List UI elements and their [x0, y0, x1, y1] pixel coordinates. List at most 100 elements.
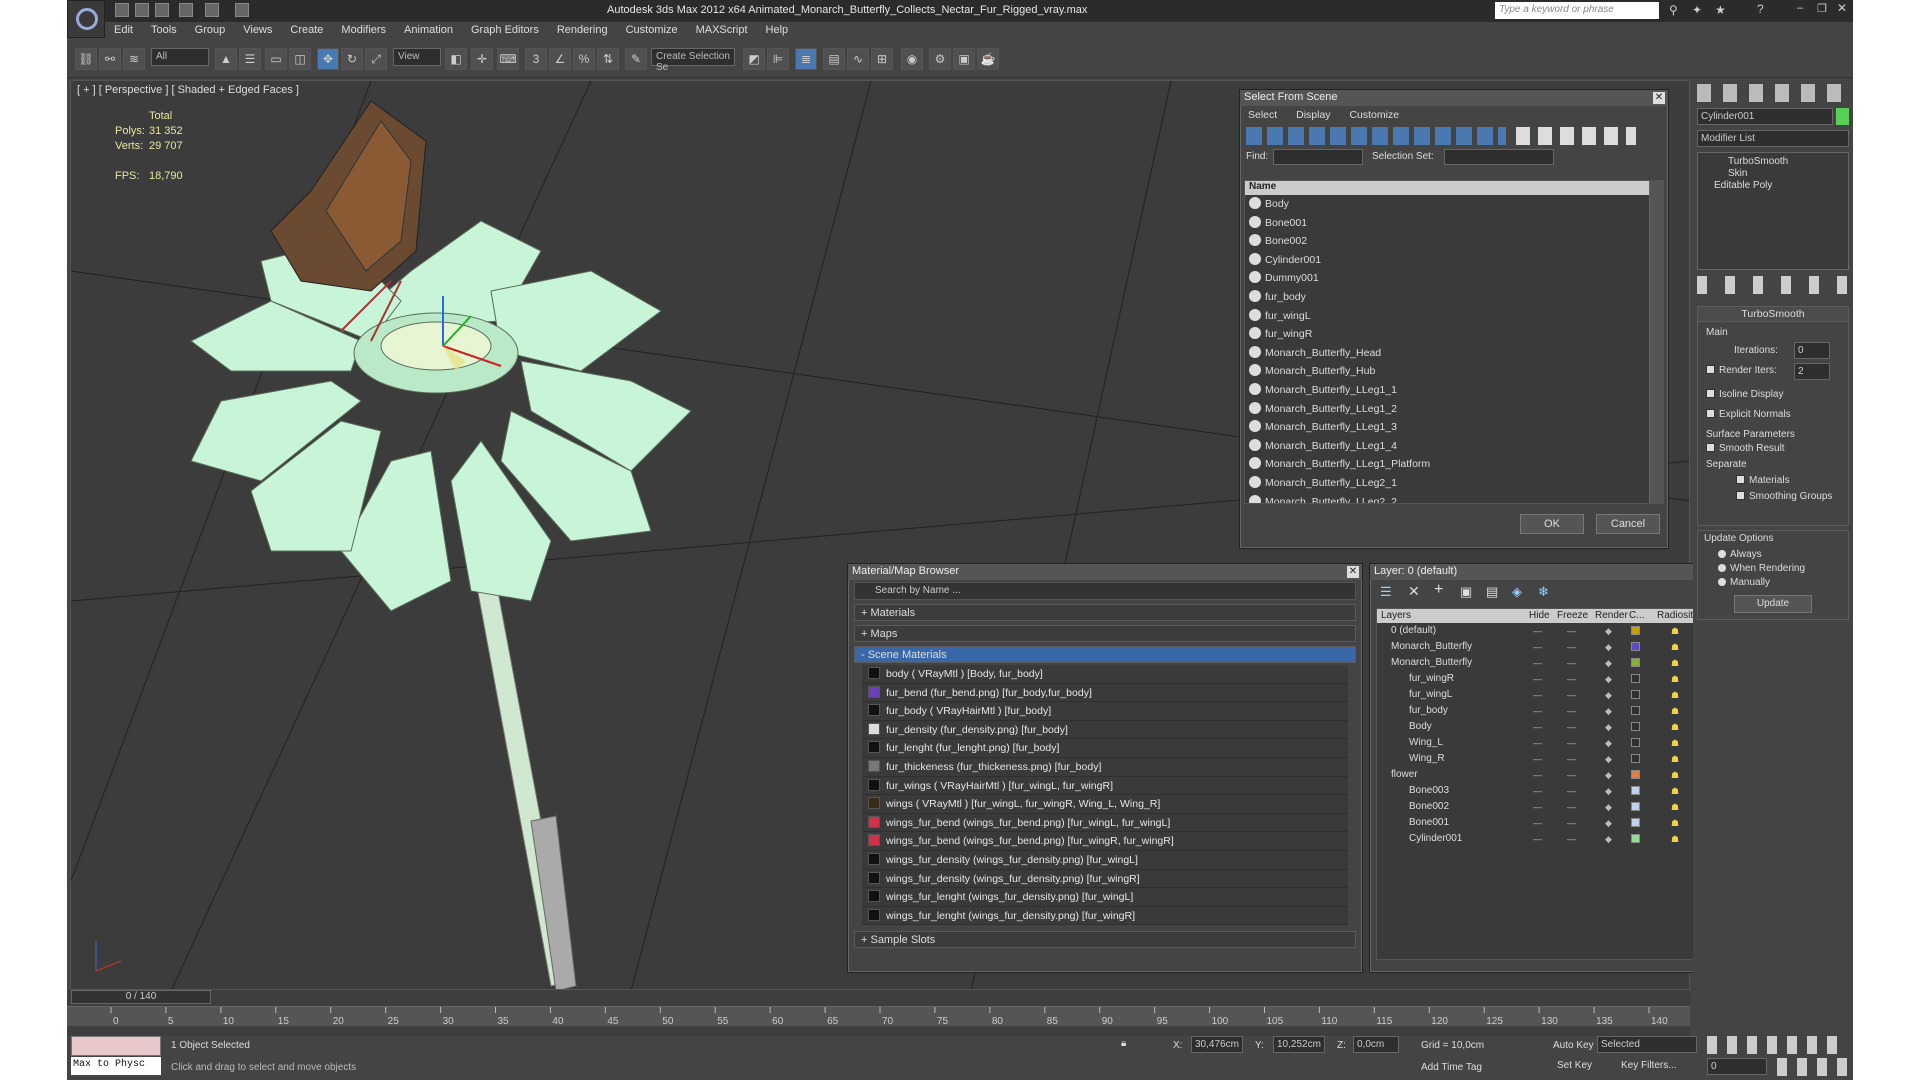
select-in-layer-icon[interactable]: ▣: [1460, 584, 1472, 600]
hide-toggle[interactable]: —: [1533, 719, 1542, 735]
freeze-toggle[interactable]: —: [1567, 703, 1576, 719]
hide-toggle[interactable]: —: [1533, 831, 1542, 847]
mirror-icon[interactable]: ◩: [743, 48, 765, 70]
render-icon[interactable]: ◆: [1605, 639, 1612, 655]
spinner-snap-icon[interactable]: ⇅: [597, 48, 619, 70]
freeze-toggle[interactable]: —: [1567, 639, 1576, 655]
layer-row[interactable]: Bone003 — — ◆ ☗: [1377, 783, 1731, 799]
search-input[interactable]: Type a keyword or phrase: [1495, 2, 1659, 19]
selection-set-dropdown[interactable]: [1444, 149, 1554, 165]
pivot-center-icon[interactable]: ◧: [445, 48, 467, 70]
layer-color-swatch[interactable]: [1631, 802, 1640, 811]
scene-object-row[interactable]: Bone001: [1245, 214, 1663, 233]
layer-color-swatch[interactable]: [1631, 658, 1640, 667]
freeze-toggle[interactable]: —: [1567, 831, 1576, 847]
explicit-normals-checkbox[interactable]: [1706, 409, 1715, 418]
freeze-toggle[interactable]: —: [1567, 751, 1576, 767]
material-row[interactable]: body ( VRayMtl ) [Body, fur_body]: [862, 665, 1348, 684]
materials-checkbox[interactable]: [1736, 475, 1745, 484]
layer-title-bar[interactable]: Layer: 0 (default)✕?: [1370, 564, 1738, 580]
minimize-icon[interactable]: –: [1797, 2, 1803, 14]
hide-toggle[interactable]: —: [1533, 815, 1542, 831]
layer-row[interactable]: Monarch_Butterfly — — ◆ ☗: [1377, 655, 1731, 671]
radiosity-icon[interactable]: ☗: [1671, 767, 1679, 783]
always-radio[interactable]: [1718, 550, 1726, 558]
menu-edit[interactable]: Edit: [105, 22, 142, 36]
hide-toggle[interactable]: —: [1533, 703, 1542, 719]
radiosity-icon[interactable]: ☗: [1671, 671, 1679, 687]
layer-color-swatch[interactable]: [1631, 770, 1640, 779]
layer-color-swatch[interactable]: [1631, 722, 1640, 731]
color-column[interactable]: C...: [1629, 610, 1645, 621]
type-filter-icons[interactable]: [1246, 127, 1506, 145]
scene-object-row[interactable]: Dummy001: [1245, 269, 1663, 288]
material-row[interactable]: fur_thickeness (fur_thickeness.png) [fur…: [862, 757, 1348, 777]
app-logo[interactable]: [67, 0, 105, 38]
select-move-icon[interactable]: ✥: [317, 48, 339, 70]
search-icon[interactable]: ⚲: [1669, 3, 1678, 17]
window-crossing-icon[interactable]: ◫: [289, 48, 311, 70]
render-production-icon[interactable]: ☕: [977, 48, 999, 70]
project-icon[interactable]: [235, 3, 249, 17]
layer-row[interactable]: fur_body — — ◆ ☗: [1377, 703, 1731, 719]
radiosity-icon[interactable]: ☗: [1671, 639, 1679, 655]
material-search-input[interactable]: Search by Name ...: [854, 582, 1356, 600]
radiosity-icon[interactable]: ☗: [1671, 719, 1679, 735]
stack-item-skin[interactable]: Skin: [1698, 167, 1848, 179]
command-panel-tabs[interactable]: [1697, 84, 1849, 102]
layer-row[interactable]: Body — — ◆ ☗: [1377, 719, 1731, 735]
smooth-result-checkbox[interactable]: [1706, 443, 1715, 452]
scene-object-row[interactable]: Monarch_Butterfly_LLeg2_2: [1245, 493, 1663, 503]
ok-button[interactable]: OK: [1520, 514, 1584, 534]
close-icon[interactable]: ✕: [1837, 1, 1847, 15]
scene-object-row[interactable]: Monarch_Butterfly_Head: [1245, 344, 1663, 363]
link-icon[interactable]: ⛓: [75, 48, 97, 70]
stack-item-turbosmooth[interactable]: TurboSmooth: [1698, 153, 1848, 167]
track-bar[interactable]: 0 5 10 15 20 25 30 35 40 45 50 55 60 65 70 75 80 85 90 95 10…: [67, 1006, 1690, 1027]
layer-row[interactable]: Bone001 — — ◆ ☗: [1377, 815, 1731, 831]
scene-object-row[interactable]: Monarch_Butterfly_LLeg1_3: [1245, 418, 1663, 437]
radiosity-column[interactable]: Radiosity: [1657, 610, 1698, 621]
freeze-toggle[interactable]: —: [1567, 799, 1576, 815]
material-row[interactable]: wings_fur_lenght (wings_fur_density.png)…: [862, 906, 1348, 926]
new-icon[interactable]: [115, 3, 129, 17]
menu-select[interactable]: Select: [1248, 109, 1277, 121]
menu-maxscript[interactable]: MAXScript: [687, 22, 757, 36]
smoothing-groups-checkbox[interactable]: [1736, 491, 1745, 500]
layer-color-swatch[interactable]: [1631, 738, 1640, 747]
curve-editor-icon[interactable]: ∿: [847, 48, 869, 70]
material-row[interactable]: fur_wings ( VRayHairMtl ) [fur_wingL, fu…: [862, 776, 1348, 796]
time-slider[interactable]: 0 / 140: [71, 990, 211, 1004]
layer-manager-icon[interactable]: ≣: [795, 48, 817, 70]
menu-rendering[interactable]: Rendering: [548, 22, 617, 36]
render-icon[interactable]: ◆: [1605, 783, 1612, 799]
layers-column[interactable]: Layers: [1381, 610, 1411, 621]
scene-materials-section[interactable]: - Scene Materials: [854, 646, 1356, 663]
render-column[interactable]: Render: [1595, 610, 1628, 621]
hide-all-icon[interactable]: ◈: [1512, 584, 1522, 600]
layer-row[interactable]: Wing_L — — ◆ ☗: [1377, 735, 1731, 751]
radiosity-icon[interactable]: ☗: [1671, 655, 1679, 671]
render-setup-icon[interactable]: ⚙: [929, 48, 951, 70]
scene-object-row[interactable]: Monarch_Butterfly_LLeg1_2: [1245, 400, 1663, 419]
close-icon[interactable]: ✕: [1653, 92, 1665, 104]
unlink-icon[interactable]: ⚯: [99, 48, 121, 70]
scene-object-row[interactable]: fur_wingR: [1245, 325, 1663, 344]
hide-toggle[interactable]: —: [1533, 751, 1542, 767]
material-row[interactable]: wings_fur_bend (wings_fur_bend.png) [fur…: [862, 813, 1348, 833]
select-from-scene-title-bar[interactable]: Select From Scene ✕: [1240, 90, 1668, 106]
list-tools-icons[interactable]: [1516, 127, 1636, 145]
undo-icon[interactable]: [179, 3, 193, 17]
scene-object-row[interactable]: Monarch_Butterfly_LLeg1_1: [1245, 381, 1663, 400]
menu-views[interactable]: Views: [234, 22, 281, 36]
material-row[interactable]: wings_fur_density (wings_fur_density.png…: [862, 850, 1348, 870]
layer-color-swatch[interactable]: [1631, 754, 1640, 763]
freeze-toggle[interactable]: —: [1567, 783, 1576, 799]
rendered-frame-icon[interactable]: ▣: [953, 48, 975, 70]
menu-graph-editors[interactable]: Graph Editors: [462, 22, 548, 36]
open-icon[interactable]: [135, 3, 149, 17]
render-icon[interactable]: ◆: [1605, 703, 1612, 719]
material-row[interactable]: fur_bend (fur_bend.png) [fur_body,fur_bo…: [862, 683, 1348, 703]
manually-radio[interactable]: [1718, 578, 1726, 586]
material-row[interactable]: wings_fur_lenght (wings_fur_density.png)…: [862, 888, 1348, 907]
